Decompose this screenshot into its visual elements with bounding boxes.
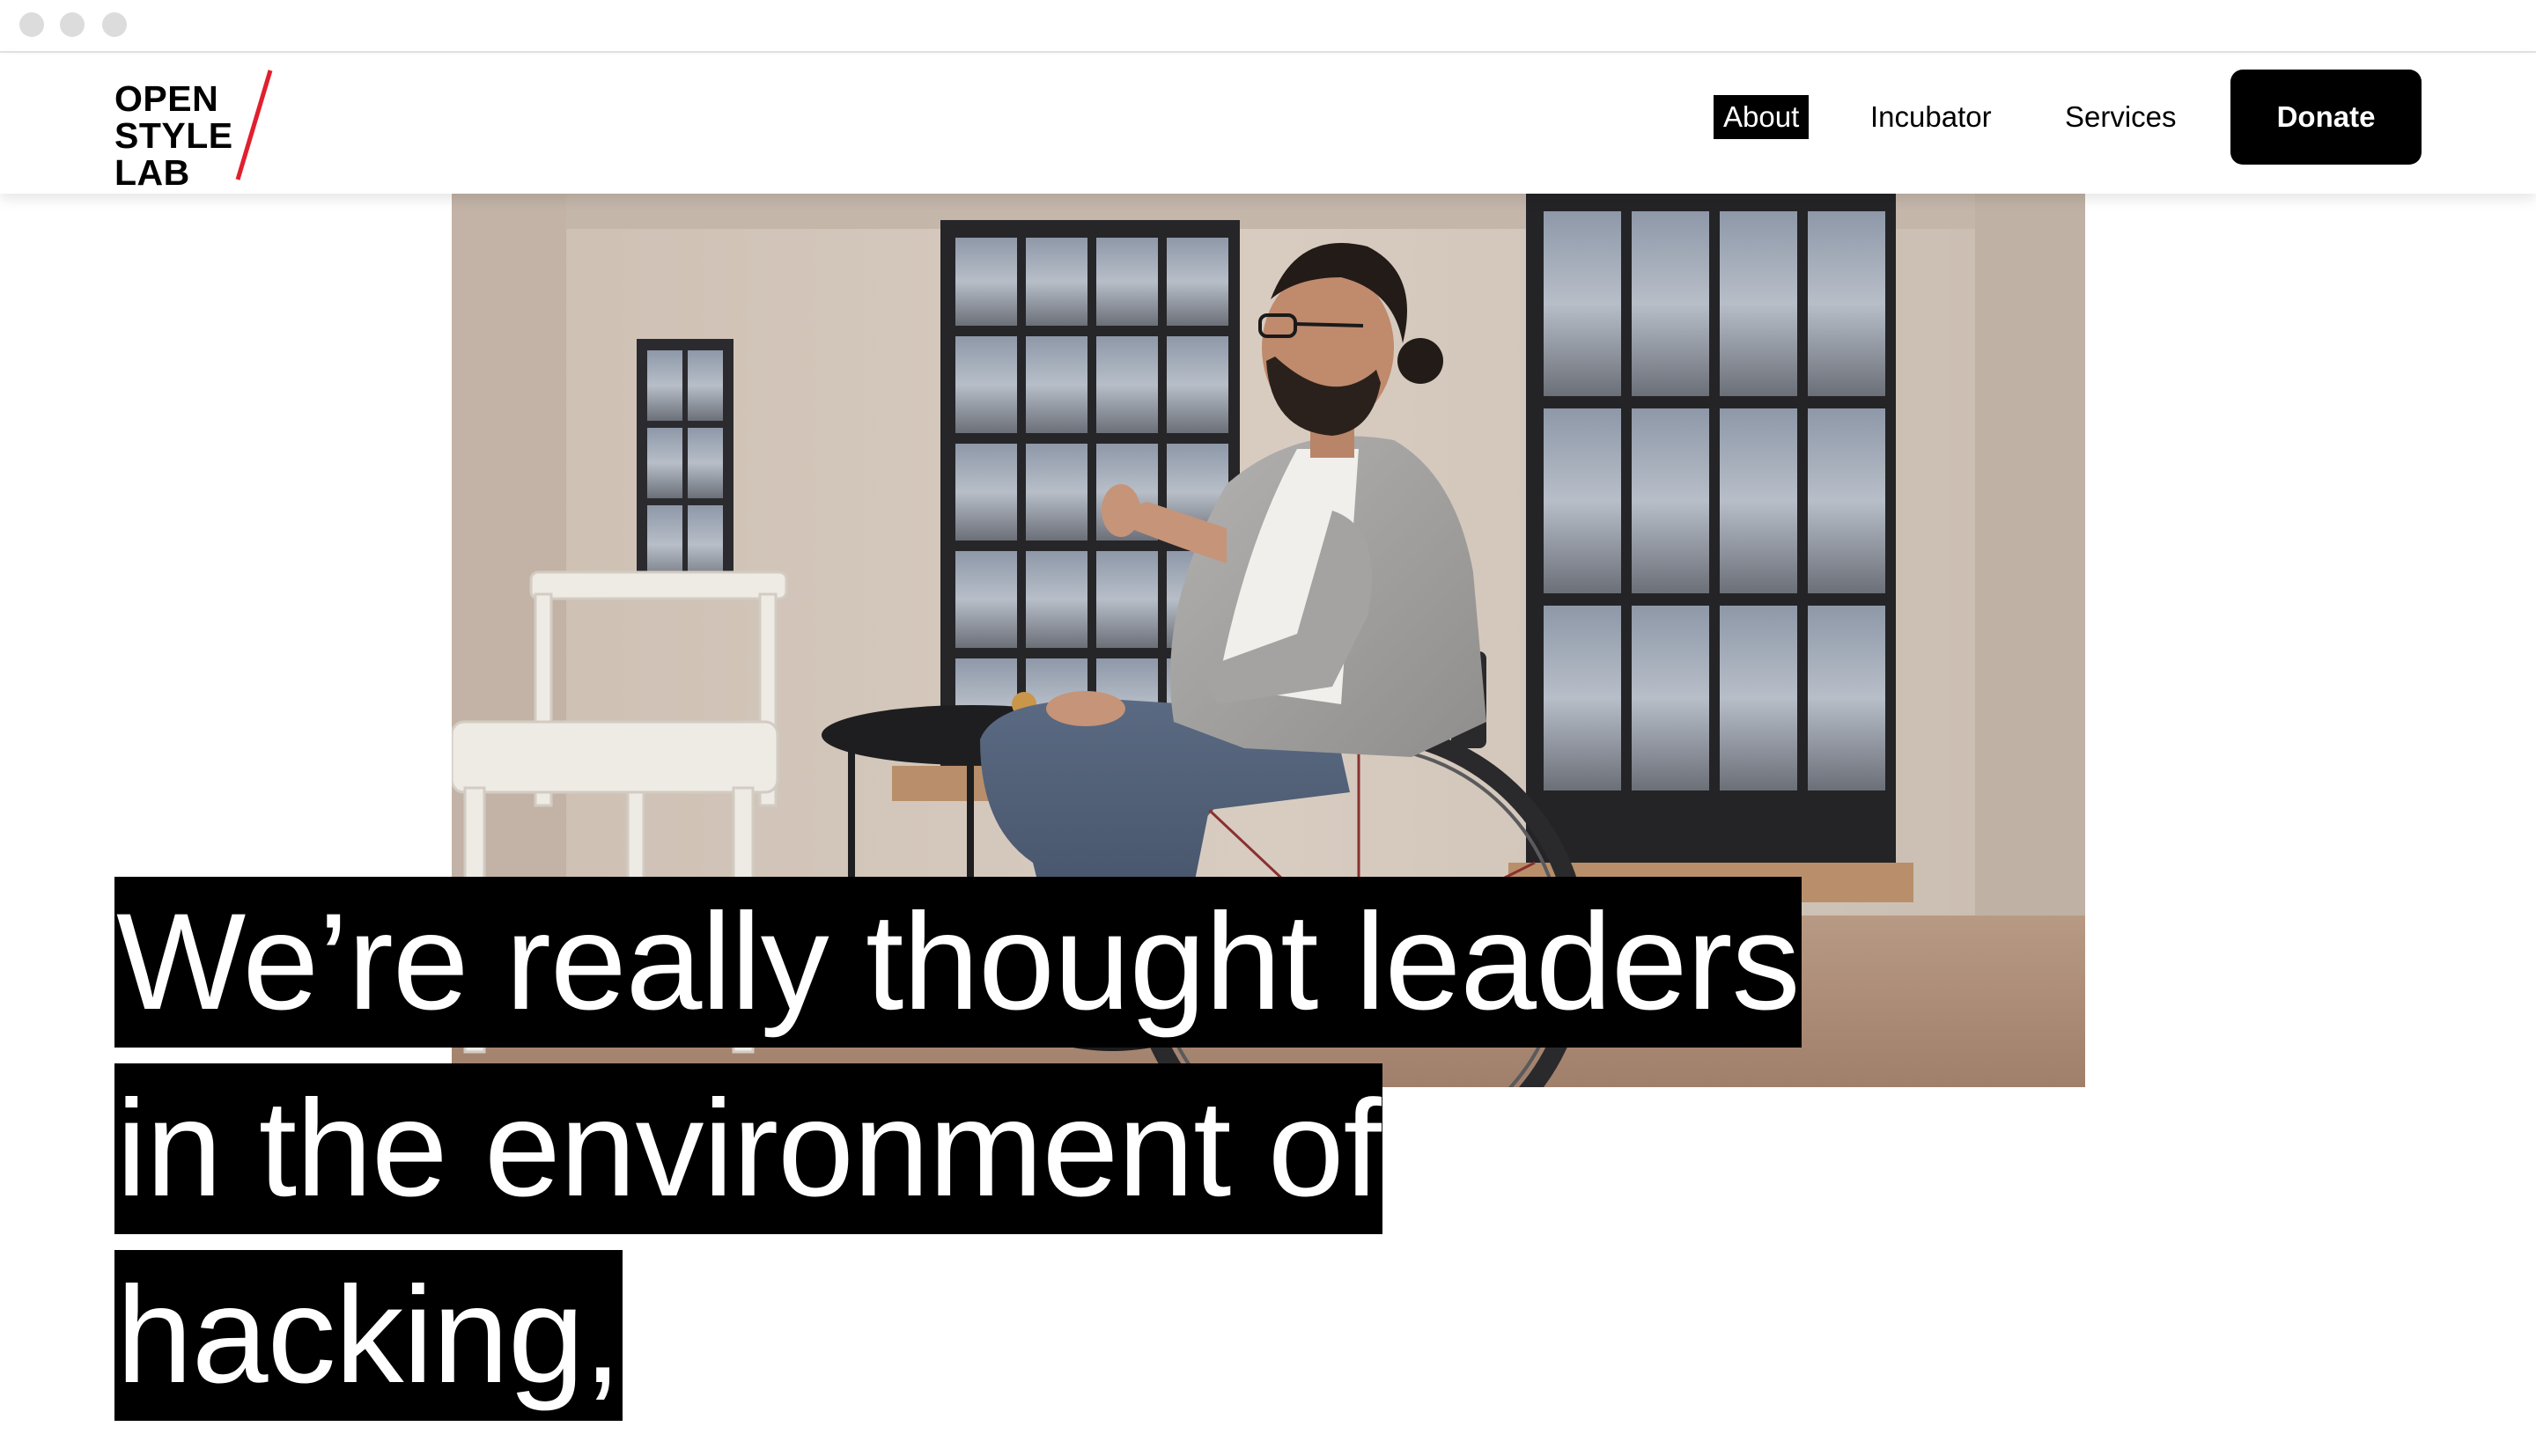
nav-item-about[interactable]: About [1714, 95, 1810, 139]
window-maximize-icon[interactable] [102, 12, 127, 37]
logo-text-style: STYLE [114, 115, 233, 156]
site-logo[interactable]: OPEN STYLE LAB [113, 69, 289, 191]
donate-button[interactable]: Donate [2230, 70, 2422, 165]
browser-chrome [0, 0, 2536, 53]
nav-item-incubator[interactable]: Incubator [1870, 95, 1992, 139]
nav-item-services[interactable]: Services [2065, 95, 2177, 139]
window-minimize-icon[interactable] [60, 12, 85, 37]
site-header: OPEN STYLE LAB About Incubator Services … [0, 55, 2536, 194]
headline-line-2: in the environment of [114, 1063, 1382, 1234]
headline-line-1: We’re really thought leaders [114, 877, 1802, 1048]
logo-text-open: OPEN [114, 78, 219, 119]
logo-text-lab: LAB [114, 152, 190, 193]
window-close-icon[interactable] [19, 12, 44, 37]
headline-line-3: hacking, [114, 1250, 623, 1421]
